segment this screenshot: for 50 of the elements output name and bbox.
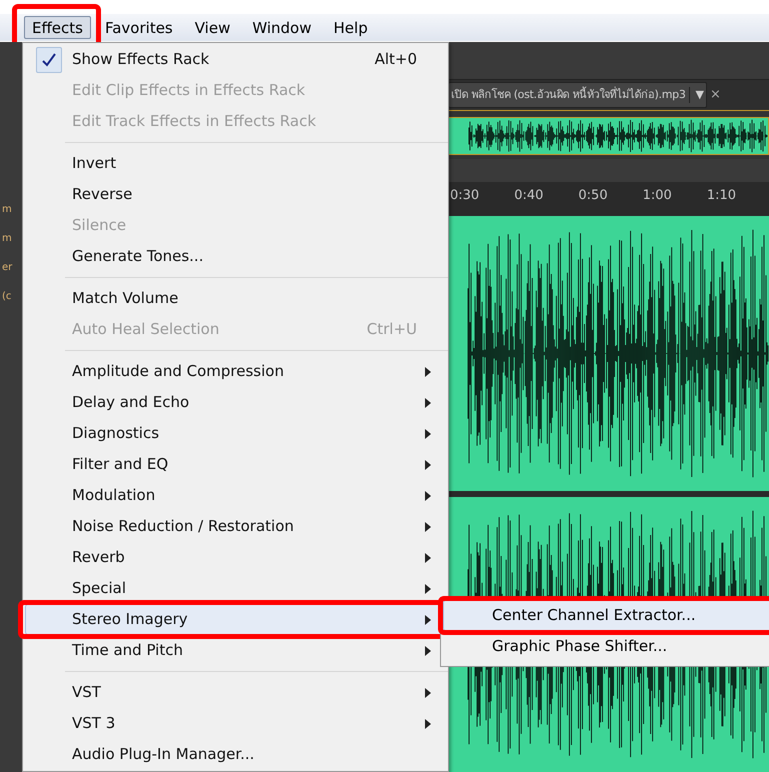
- panel-label: m: [1, 232, 12, 246]
- menu-item[interactable]: Center Channel Extractor...: [443, 600, 769, 631]
- ruler-label: 1:00: [642, 187, 673, 206]
- shortcut-label: Ctrl+U: [366, 319, 417, 340]
- menu-item[interactable]: Window: [244, 16, 320, 39]
- submenu-arrow-icon: [425, 718, 431, 728]
- menu-item[interactable]: Delay and Echo: [25, 387, 446, 418]
- file-name: เปิด พลิกโชค (ost.อ้วนผิด หนี้หัวใจที่ไม่ได้ก่อ).mp3: [451, 86, 686, 103]
- menu-item[interactable]: Show Effects Rack Alt+0: [25, 44, 446, 75]
- submenu-arrow-icon: [425, 398, 431, 408]
- menu-item[interactable]: Generate Tones...: [25, 241, 446, 272]
- panel-label: er: [1, 261, 12, 275]
- menu-item[interactable]: VST 3: [25, 708, 446, 739]
- submenu-arrow-icon: [425, 428, 431, 438]
- shortcut-label: Alt+0: [374, 49, 417, 70]
- menu-item[interactable]: Amplitude and Compression: [25, 356, 446, 387]
- menu-item[interactable]: Diagnostics: [25, 418, 446, 449]
- menu-item[interactable]: Time and Pitch: [25, 635, 446, 666]
- menu-item[interactable]: Filter and EQ: [25, 449, 446, 480]
- ruler-label: 1:10: [706, 187, 738, 206]
- menu-item[interactable]: Reverse: [25, 179, 446, 210]
- submenu-arrow-icon: [425, 688, 431, 698]
- submenu-arrow-icon: [425, 646, 431, 656]
- menu-item[interactable]: Help: [326, 16, 376, 39]
- ruler-label: 0:50: [577, 187, 609, 206]
- submenu-arrow-icon: [425, 614, 431, 624]
- menu-item[interactable]: Invert: [25, 148, 446, 179]
- menu-item[interactable]: Special: [25, 573, 446, 604]
- menu-item[interactable]: Audio Plug-In Manager...: [25, 739, 446, 770]
- menu-item[interactable]: View: [186, 16, 238, 39]
- submenu-arrow-icon: [425, 552, 431, 562]
- ruler-label: 0:40: [513, 187, 544, 206]
- panel-label: m: [1, 203, 12, 217]
- ruler-label: 0:30: [449, 187, 480, 206]
- submenu-arrow-icon: [425, 490, 431, 500]
- menu-item[interactable]: VST: [25, 677, 446, 708]
- menu-item[interactable]: Effects: [24, 16, 91, 39]
- panel-label: (c: [1, 290, 12, 304]
- file-tab[interactable]: เปิด พลิกโชค (ost.อ้วนผิด หนี้หัวใจที่ไม่ได้ก่อ).mp3 ▼: [448, 82, 708, 108]
- submenu-arrow-icon: [425, 366, 431, 376]
- submenu-arrow-icon: [425, 584, 431, 594]
- menu-item[interactable]: Graphic Phase Shifter...: [443, 631, 769, 662]
- menu-item[interactable]: Modulation: [25, 480, 446, 511]
- menu-item[interactable]: Noise Reduction / Restoration: [25, 511, 446, 542]
- submenu-arrow-icon: [425, 460, 431, 470]
- close-tab-button[interactable]: ×: [710, 85, 721, 105]
- menu-item[interactable]: Favorites: [96, 16, 181, 39]
- menu-item[interactable]: Match Volume: [25, 283, 446, 314]
- menu-item[interactable]: Reverb: [25, 542, 446, 573]
- submenu-arrow-icon: [425, 522, 431, 532]
